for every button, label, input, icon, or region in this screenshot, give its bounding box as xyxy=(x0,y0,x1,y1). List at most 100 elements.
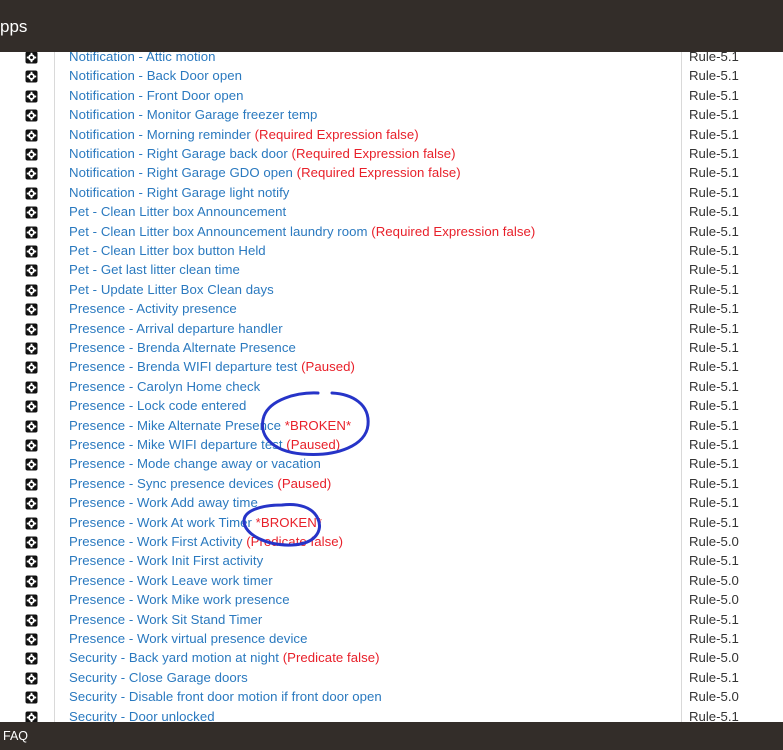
app-link[interactable]: Presence - Work At work Timer *BROKEN* xyxy=(69,515,322,530)
list-item: Presence - Work At work Timer *BROKEN* Ru… xyxy=(0,514,783,533)
gear-icon[interactable] xyxy=(25,323,38,336)
list-item: Pet - Update Litter Box Clean days Rule-5… xyxy=(0,281,783,300)
app-link[interactable]: Notification - Right Garage light notify xyxy=(69,185,289,200)
gear-icon[interactable] xyxy=(25,148,38,161)
app-link[interactable]: Presence - Arrival departure handler xyxy=(69,321,283,336)
app-link[interactable]: Presence - Mode change away or vacation xyxy=(69,456,321,471)
app-link[interactable]: Notification - Front Door open xyxy=(69,88,243,103)
app-type: Rule-5.1 xyxy=(689,320,739,336)
app-type: Rule-5.1 xyxy=(689,611,739,627)
gear-icon[interactable] xyxy=(25,536,38,549)
app-type: Rule-5.1 xyxy=(689,553,739,569)
app-link[interactable]: Pet - Clean Litter box button Held xyxy=(69,243,266,258)
app-type: Rule-5.1 xyxy=(689,184,739,200)
app-link[interactable]: Presence - Sync presence devices (Paused… xyxy=(69,476,331,491)
app-link[interactable]: Notification - Attic motion xyxy=(69,52,215,64)
gear-icon[interactable] xyxy=(25,633,38,646)
app-link[interactable]: Presence - Work Mike work presence xyxy=(69,592,290,607)
app-link[interactable]: Presence - Mike WIFI departure test (Pau… xyxy=(69,437,340,452)
app-link[interactable]: Presence - Work virtual presence device xyxy=(69,631,307,646)
faq-link[interactable]: FAQ xyxy=(3,729,28,743)
app-type: Rule-5.1 xyxy=(689,398,739,414)
app-type: Rule-5.1 xyxy=(689,126,739,142)
list-item: Presence - Lock code entered Rule-5.1 xyxy=(0,397,783,416)
app-type: Rule-5.1 xyxy=(689,146,739,161)
gear-icon[interactable] xyxy=(25,70,38,83)
list-item: Pet - Clean Litter box button Held Rule-5… xyxy=(0,242,783,261)
gear-icon[interactable] xyxy=(25,711,38,722)
app-link[interactable]: Security - Back yard motion at night (Pr… xyxy=(69,650,380,665)
app-link[interactable]: Pet - Clean Litter box Announcement laun… xyxy=(69,224,535,239)
app-link[interactable]: Presence - Brenda Alternate Presence xyxy=(69,340,296,355)
app-link[interactable]: Presence - Activity presence xyxy=(69,301,237,316)
gear-icon[interactable] xyxy=(25,206,38,219)
list-item: Presence - Mike WIFI departure test (Pau… xyxy=(0,436,783,455)
gear-icon[interactable] xyxy=(25,90,38,103)
gear-icon[interactable] xyxy=(25,575,38,588)
list-item: Presence - Sync presence devices (Paused… xyxy=(0,475,783,494)
gear-icon[interactable] xyxy=(25,420,38,433)
gear-icon[interactable] xyxy=(25,672,38,685)
gear-icon[interactable] xyxy=(25,109,38,122)
gear-icon[interactable] xyxy=(25,555,38,568)
app-type: Rule-5.1 xyxy=(689,340,739,355)
app-link[interactable]: Pet - Clean Litter box Announcement xyxy=(69,204,286,219)
app-link[interactable]: Presence - Work Sit Stand Timer xyxy=(69,612,262,627)
list-item: Presence - Brenda WIFI departure test (P… xyxy=(0,358,783,377)
list-item: Security - Door unlocked Rule-5.1 xyxy=(0,708,783,722)
gear-icon[interactable] xyxy=(25,303,38,316)
app-link[interactable]: Presence - Work Init First activity xyxy=(69,553,263,568)
gear-icon[interactable] xyxy=(25,129,38,142)
app-type: Rule-5.1 xyxy=(689,437,739,452)
list-item: Notification - Back Door open Rule-5.1 xyxy=(0,67,783,86)
gear-icon[interactable] xyxy=(25,614,38,627)
app-link[interactable]: Presence - Work Leave work timer xyxy=(69,573,273,588)
gear-icon[interactable] xyxy=(25,652,38,665)
app-link[interactable]: Notification - Back Door open xyxy=(69,68,242,83)
gear-icon[interactable] xyxy=(25,52,38,64)
gear-icon[interactable] xyxy=(25,691,38,704)
app-type: Rule-5.1 xyxy=(689,223,739,239)
list-item: Security - Close Garage doors Rule-5.1 xyxy=(0,669,783,688)
app-type: Rule-5.0 xyxy=(689,650,739,666)
app-type: Rule-5.1 xyxy=(689,669,739,685)
app-link[interactable]: Pet - Update Litter Box Clean days xyxy=(69,282,274,297)
app-link[interactable]: Presence - Carolyn Home check xyxy=(69,379,260,394)
gear-icon[interactable] xyxy=(25,517,38,530)
gear-icon[interactable] xyxy=(25,439,38,452)
gear-icon[interactable] xyxy=(25,187,38,200)
gear-icon[interactable] xyxy=(25,478,38,491)
gear-icon[interactable] xyxy=(25,245,38,258)
column-divider xyxy=(681,52,682,722)
app-link[interactable]: Presence - Lock code entered xyxy=(69,398,246,413)
gear-icon[interactable] xyxy=(25,167,38,180)
app-link[interactable]: Security - Disable front door motion if … xyxy=(69,689,382,704)
gear-icon[interactable] xyxy=(25,400,38,413)
gear-icon[interactable] xyxy=(25,381,38,394)
list-item: Security - Disable front door motion if … xyxy=(0,688,783,707)
app-link[interactable]: Notification - Monitor Garage freezer te… xyxy=(69,107,317,122)
app-link[interactable]: Presence - Work Add away time xyxy=(69,495,258,510)
app-link[interactable]: Notification - Right Garage GDO open (Re… xyxy=(69,165,461,180)
gear-icon[interactable] xyxy=(25,342,38,355)
app-link[interactable]: Security - Door unlocked xyxy=(69,709,215,722)
apps-list: Notification - Attic motion Rule-5.1 Notif… xyxy=(0,52,783,722)
app-link[interactable]: Presence - Work First Activity (Predicat… xyxy=(69,534,343,549)
gear-icon[interactable] xyxy=(25,458,38,471)
status-note: *BROKEN* xyxy=(255,514,323,530)
app-link[interactable]: Presence - Brenda WIFI departure test (P… xyxy=(69,359,355,374)
gear-icon[interactable] xyxy=(25,361,38,374)
gear-icon[interactable] xyxy=(25,284,38,297)
app-link[interactable]: Security - Close Garage doors xyxy=(69,670,248,685)
gear-icon[interactable] xyxy=(25,497,38,510)
gear-icon[interactable] xyxy=(25,226,38,239)
app-link[interactable]: Pet - Get last litter clean time xyxy=(69,262,240,277)
gear-icon[interactable] xyxy=(25,594,38,607)
app-link[interactable]: Notification - Morning reminder (Require… xyxy=(69,127,419,142)
app-type: Rule-5.1 xyxy=(689,204,739,220)
list-item: Pet - Clean Litter box Announcement Rule-… xyxy=(0,203,783,222)
app-type: Rule-5.0 xyxy=(689,534,739,549)
app-link[interactable]: Notification - Right Garage back door (R… xyxy=(69,146,456,161)
gear-icon[interactable] xyxy=(25,264,38,277)
app-link[interactable]: Presence - Mike Alternate Presence *BROK… xyxy=(69,418,351,433)
